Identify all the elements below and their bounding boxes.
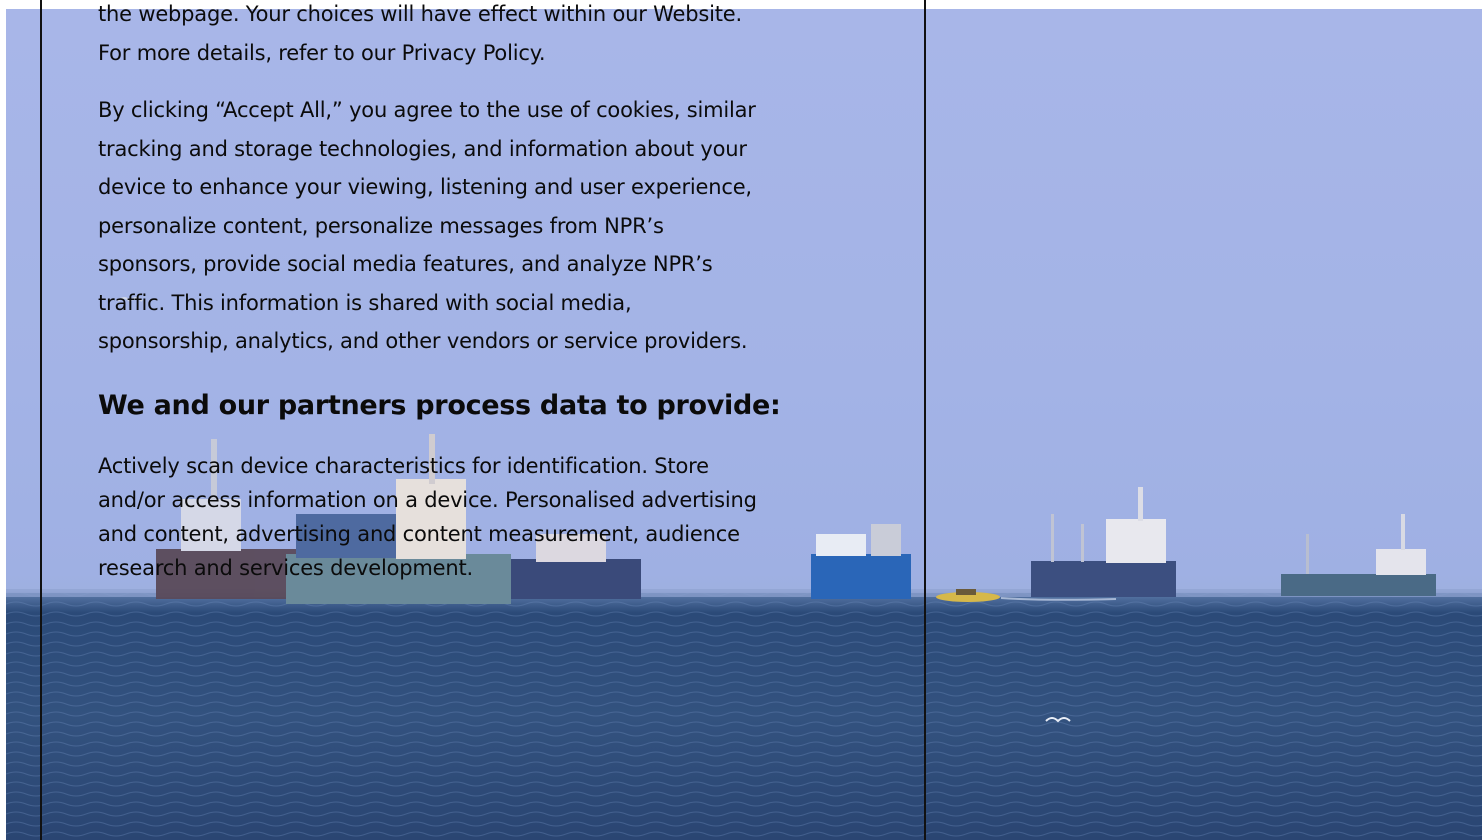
intro-paragraph: the webpage. Your choices will have effe…: [98, 0, 878, 72]
purposes-line: Actively scan device characteristics for…: [98, 454, 709, 478]
partners-heading: We and our partners process data to prov…: [98, 390, 781, 421]
accept-line: traffic. This information is shared with…: [98, 290, 632, 315]
purposes-line: research and services development.: [98, 556, 473, 580]
accept-all-paragraph: By clicking “Accept All,” you agree to t…: [98, 91, 873, 361]
accept-line: tracking and storage technologies, and i…: [98, 136, 747, 161]
content-border-left: [40, 0, 42, 840]
accept-line: By clicking “Accept All,” you agree to t…: [98, 98, 756, 122]
purposes-paragraph: Actively scan device characteristics for…: [98, 449, 878, 585]
accept-line: device to enhance your viewing, listenin…: [98, 175, 752, 199]
purposes-line: and content, advertising and content mea…: [98, 522, 740, 546]
accept-line: personalize content, personalize message…: [98, 213, 664, 238]
ship-right-2: [1281, 514, 1436, 596]
purposes-line: and/or access information on a device. P…: [98, 488, 757, 512]
ship-right-1: [1031, 487, 1176, 597]
accept-line: sponsors, provide social media features,…: [98, 252, 713, 276]
accept-line: sponsorship, analytics, and other vendor…: [98, 329, 748, 353]
intro-line: the webpage. Your choices will have effe…: [98, 2, 742, 26]
content-border-right: [924, 0, 926, 840]
intro-line: For more details, refer to our Privacy P…: [98, 40, 546, 65]
page-viewport: the webpage. Your choices will have effe…: [0, 0, 1482, 840]
